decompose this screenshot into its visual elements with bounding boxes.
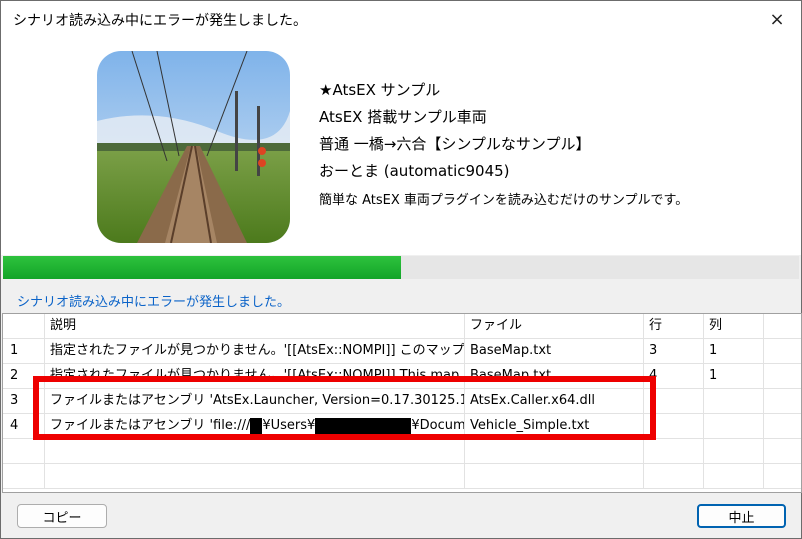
scenario-details: ★AtsEX サンプル AtsEX 搭載サンプル車両 普通 一橋→六合【シンプル… — [319, 79, 688, 216]
window-title: シナリオ読み込み中にエラーが発生しました。 — [13, 13, 307, 29]
empty-cell — [465, 439, 644, 463]
table-row — [3, 439, 801, 464]
status-message: シナリオ読み込み中にエラーが発生しました。 — [17, 295, 291, 310]
close-icon[interactable]: × — [763, 7, 791, 31]
title-bar: シナリオ読み込み中にエラーが発生しました。 × — [1, 1, 801, 37]
scenario-description: 簡単な AtsEX 車両プラグインを読み込むだけのサンプルです。 — [319, 193, 689, 208]
column-header-number[interactable] — [3, 314, 45, 338]
author-name: おーとま (automatic9045) — [319, 162, 510, 180]
empty-cell — [465, 464, 644, 488]
column-header-file[interactable]: ファイル — [465, 314, 644, 338]
row-column: 1 — [704, 364, 764, 388]
loading-progress-bar — [3, 256, 799, 279]
copy-button[interactable]: コピー — [17, 504, 107, 528]
row-column — [704, 389, 764, 413]
empty-cell — [704, 439, 764, 463]
scenario-title: ★AtsEX サンプル — [319, 81, 441, 99]
row-description: 指定されたファイルが見つかりません。'[[AtsEx::NOMPI]] このマッ… — [45, 339, 465, 363]
row-column — [704, 414, 764, 438]
empty-cell — [3, 464, 45, 488]
table-header-row: 説明 ファイル 行 列 — [3, 314, 801, 339]
route-name: 普通 一橋→六合【シンプルなサンプル】 — [319, 135, 591, 153]
row-column: 1 — [704, 339, 764, 363]
scenario-info-panel: ★AtsEX サンプル AtsEX 搭載サンプル車両 普通 一橋→六合【シンプル… — [1, 37, 801, 255]
vehicle-name: AtsEX 搭載サンプル車両 — [319, 108, 487, 126]
row-number: 1 — [3, 339, 45, 363]
empty-cell — [644, 439, 704, 463]
scenario-thumbnail — [97, 51, 290, 243]
empty-cell — [45, 464, 465, 488]
table-row[interactable]: 1 指定されたファイルが見つかりません。'[[AtsEx::NOMPI]] この… — [3, 339, 801, 364]
error-dialog: シナリオ読み込み中にエラーが発生しました。 × ★AtsEX サンプル AtsE… — [0, 0, 802, 539]
progress-fill — [3, 256, 401, 279]
highlight-annotation-box — [33, 376, 656, 440]
row-line: 3 — [644, 339, 704, 363]
row-file: BaseMap.txt — [465, 339, 644, 363]
empty-cell — [644, 464, 704, 488]
column-header-line[interactable]: 行 — [644, 314, 704, 338]
empty-cell — [45, 439, 465, 463]
column-header-description[interactable]: 説明 — [45, 314, 465, 338]
stop-button[interactable]: 中止 — [697, 504, 786, 528]
empty-cell — [3, 439, 45, 463]
table-row — [3, 464, 801, 489]
empty-cell — [704, 464, 764, 488]
column-header-column[interactable]: 列 — [704, 314, 764, 338]
